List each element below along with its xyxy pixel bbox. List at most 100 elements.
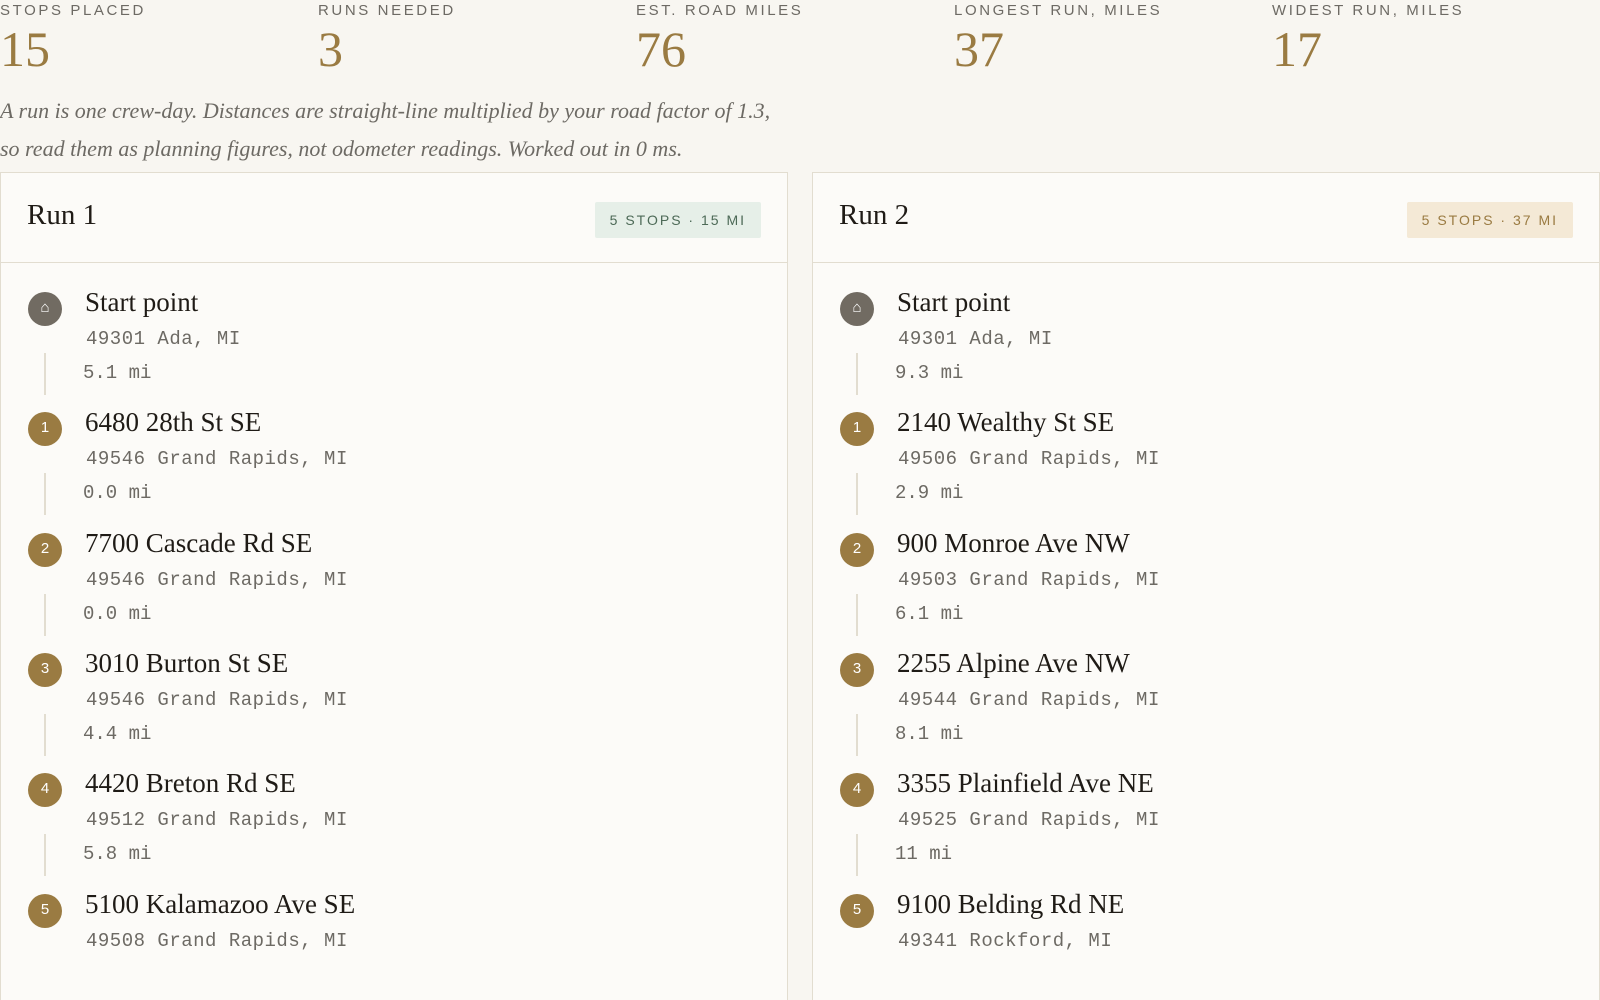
stop-address: 49546 Grand Rapids, MI bbox=[86, 689, 348, 711]
stat-label: EST. ROAD MILES bbox=[636, 2, 804, 19]
leg-distance: 4.4 mi bbox=[83, 723, 152, 745]
run-card-1: Run 1 5 STOPS · 15 MI ⌂ Start point 4930… bbox=[0, 172, 788, 1000]
stop-row-2: 2 7700 Cascade Rd SE 49546 Grand Rapids,… bbox=[1, 520, 787, 600]
stop-address: 49341 Rockford, MI bbox=[898, 930, 1113, 952]
stop-row-3: 3 2255 Alpine Ave NW 49544 Grand Rapids,… bbox=[813, 640, 1599, 720]
stat-value: 76 bbox=[636, 21, 686, 77]
leg-distance-row: 5.8 mi bbox=[1, 834, 787, 876]
home-icon: ⌂ bbox=[28, 292, 62, 326]
leg-distance: 0.0 mi bbox=[83, 603, 152, 625]
home-icon: ⌂ bbox=[840, 292, 874, 326]
stop-address: 49508 Grand Rapids, MI bbox=[86, 930, 348, 952]
stat-widest-run: WIDEST RUN, MILES 17 bbox=[1272, 0, 1592, 78]
distance-note-line: A run is one crew-day. Distances are str… bbox=[0, 98, 771, 123]
stop-name: 2255 Alpine Ave NW bbox=[897, 648, 1130, 678]
stop-number-badge: 4 bbox=[840, 773, 874, 807]
leg-distance-row: 11 mi bbox=[813, 834, 1599, 876]
leg-distance: 5.8 mi bbox=[83, 843, 152, 865]
stop-number-badge: 5 bbox=[840, 894, 874, 928]
stat-est-road-miles: EST. ROAD MILES 76 bbox=[636, 0, 956, 78]
stop-name: 9100 Belding Rd NE bbox=[897, 889, 1125, 919]
stop-name: 3355 Plainfield Ave NE bbox=[897, 768, 1154, 798]
stop-name: 6480 28th St SE bbox=[85, 407, 262, 437]
run-card-2: Run 2 5 STOPS · 37 MI ⌂ Start point 4930… bbox=[812, 172, 1600, 1000]
stop-address: 49544 Grand Rapids, MI bbox=[898, 689, 1160, 711]
stat-label: RUNS NEEDED bbox=[318, 2, 456, 19]
stop-row-1: 1 6480 28th St SE 49546 Grand Rapids, MI bbox=[1, 399, 787, 479]
stop-number-badge: 1 bbox=[28, 412, 62, 446]
leg-distance: 2.9 mi bbox=[895, 482, 964, 504]
stop-address: 49503 Grand Rapids, MI bbox=[898, 569, 1160, 591]
summary-stats: STOPS PLACED 15 RUNS NEEDED 3 EST. ROAD … bbox=[0, 0, 1600, 80]
leg-connector bbox=[44, 473, 46, 515]
stop-name: 3010 Burton St SE bbox=[85, 648, 289, 678]
leg-distance: 6.1 mi bbox=[895, 603, 964, 625]
leg-connector bbox=[44, 594, 46, 636]
stat-label: STOPS PLACED bbox=[0, 2, 146, 19]
stop-row-1: 1 2140 Wealthy St SE 49506 Grand Rapids,… bbox=[813, 399, 1599, 479]
distance-note: A run is one crew-day. Distances are str… bbox=[0, 92, 830, 168]
stop-name: 2140 Wealthy St SE bbox=[897, 407, 1115, 437]
stop-row-4: 4 3355 Plainfield Ave NE 49525 Grand Rap… bbox=[813, 760, 1599, 840]
stop-number-badge: 2 bbox=[840, 533, 874, 567]
leg-distance: 8.1 mi bbox=[895, 723, 964, 745]
leg-distance: 9.3 mi bbox=[895, 362, 964, 384]
leg-connector bbox=[44, 714, 46, 756]
leg-distance: 11 mi bbox=[895, 843, 953, 865]
stop-row-3: 3 3010 Burton St SE 49546 Grand Rapids, … bbox=[1, 640, 787, 720]
leg-distance: 0.0 mi bbox=[83, 482, 152, 504]
stop-address: 49546 Grand Rapids, MI bbox=[86, 448, 348, 470]
leg-distance-row: 4.4 mi bbox=[1, 714, 787, 756]
leg-connector bbox=[856, 594, 858, 636]
stop-number-badge: 1 bbox=[840, 412, 874, 446]
stop-row-5: 5 9100 Belding Rd NE 49341 Rockford, MI bbox=[813, 881, 1599, 961]
stop-address: 49512 Grand Rapids, MI bbox=[86, 809, 348, 831]
stop-name: 4420 Breton Rd SE bbox=[85, 768, 296, 798]
stop-number-badge: 2 bbox=[28, 533, 62, 567]
stat-value: 15 bbox=[0, 21, 50, 77]
leg-distance-row: 9.3 mi bbox=[813, 353, 1599, 395]
stat-longest-run: LONGEST RUN, MILES 37 bbox=[954, 0, 1274, 78]
start-point-row: ⌂ Start point 49301 Ada, MI bbox=[1, 279, 787, 359]
stop-name: 7700 Cascade Rd SE bbox=[85, 528, 313, 558]
stop-row-5: 5 5100 Kalamazoo Ave SE 49508 Grand Rapi… bbox=[1, 881, 787, 961]
leg-connector bbox=[44, 834, 46, 876]
stop-name: 5100 Kalamazoo Ave SE bbox=[85, 889, 356, 919]
run-title: Run 1 bbox=[27, 199, 98, 231]
stop-number-badge: 3 bbox=[28, 653, 62, 687]
stat-label: LONGEST RUN, MILES bbox=[954, 2, 1163, 19]
leg-connector bbox=[856, 714, 858, 756]
route-planner-page: STOPS PLACED 15 RUNS NEEDED 3 EST. ROAD … bbox=[0, 0, 1600, 1000]
leg-connector bbox=[856, 353, 858, 395]
leg-distance-row: 0.0 mi bbox=[1, 594, 787, 636]
stop-address: 49301 Ada, MI bbox=[86, 328, 241, 350]
stop-name: Start point bbox=[85, 287, 199, 317]
leg-connector bbox=[856, 834, 858, 876]
stop-row-2: 2 900 Monroe Ave NW 49503 Grand Rapids, … bbox=[813, 520, 1599, 600]
run-card-header: Run 1 5 STOPS · 15 MI bbox=[1, 173, 787, 263]
stop-address: 49546 Grand Rapids, MI bbox=[86, 569, 348, 591]
stat-runs-needed: RUNS NEEDED 3 bbox=[318, 0, 638, 78]
stop-row-4: 4 4420 Breton Rd SE 49512 Grand Rapids, … bbox=[1, 760, 787, 840]
leg-distance-row: 5.1 mi bbox=[1, 353, 787, 395]
leg-distance: 5.1 mi bbox=[83, 362, 152, 384]
stop-number-badge: 3 bbox=[840, 653, 874, 687]
stat-label: WIDEST RUN, MILES bbox=[1272, 2, 1465, 19]
leg-distance-row: 6.1 mi bbox=[813, 594, 1599, 636]
leg-distance-row: 8.1 mi bbox=[813, 714, 1599, 756]
distance-note-line: so read them as planning figures, not od… bbox=[0, 136, 683, 161]
run-summary-badge: 5 STOPS · 15 MI bbox=[594, 202, 761, 238]
leg-distance-row: 2.9 mi bbox=[813, 473, 1599, 515]
stop-name: Start point bbox=[897, 287, 1011, 317]
run-card-header: Run 2 5 STOPS · 37 MI bbox=[813, 173, 1599, 263]
stat-stops-placed: STOPS PLACED 15 bbox=[0, 0, 320, 78]
run-title: Run 2 bbox=[839, 199, 910, 231]
run-summary-badge: 5 STOPS · 37 MI bbox=[1406, 202, 1573, 238]
leg-connector bbox=[856, 473, 858, 515]
stat-value: 17 bbox=[1272, 21, 1322, 77]
stat-value: 3 bbox=[318, 21, 343, 77]
stop-address: 49506 Grand Rapids, MI bbox=[898, 448, 1160, 470]
stat-value: 37 bbox=[954, 21, 1004, 77]
start-point-row: ⌂ Start point 49301 Ada, MI bbox=[813, 279, 1599, 359]
stop-address: 49301 Ada, MI bbox=[898, 328, 1053, 350]
